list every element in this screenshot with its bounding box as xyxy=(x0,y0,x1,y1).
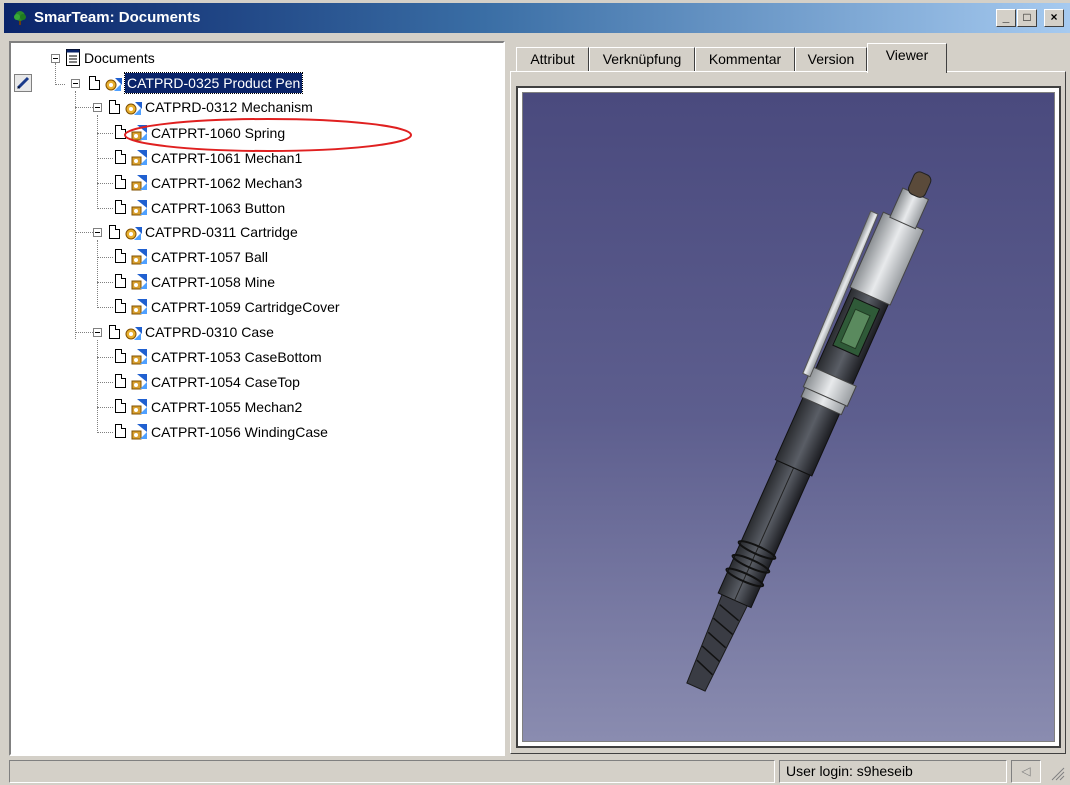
tree-item-mechanism[interactable]: CATPRD-0312 Mechanism xyxy=(145,97,313,117)
pen-3d-model xyxy=(686,171,932,692)
document-icon xyxy=(109,325,120,339)
part-icon xyxy=(131,274,147,290)
tree-item-button[interactable]: CATPRT-1063 Button xyxy=(151,198,285,218)
tree-item-mechan2[interactable]: CATPRT-1055 Mechan2 xyxy=(151,397,302,417)
tree-item-cartridge[interactable]: CATPRD-0311 Cartridge xyxy=(145,222,298,242)
document-tree[interactable]: Documents CATPRD-0325 Product Pen CATPRD… xyxy=(9,41,505,756)
part-icon xyxy=(131,399,147,415)
tree-item-ball[interactable]: CATPRT-1057 Ball xyxy=(151,247,268,267)
minimize-button[interactable]: _ xyxy=(996,9,1016,27)
tab-attribut[interactable]: Attribut xyxy=(516,47,589,71)
tree-root-label[interactable]: Documents xyxy=(84,48,155,68)
collapse-toggle-mechanism[interactable] xyxy=(93,103,102,112)
tree-item-cartridge-cover[interactable]: CATPRT-1059 CartridgeCover xyxy=(151,297,340,317)
document-icon xyxy=(115,399,126,413)
document-icon xyxy=(115,175,126,189)
document-icon xyxy=(109,225,120,239)
part-icon xyxy=(131,249,147,265)
product-assembly-icon xyxy=(125,102,142,115)
status-bar: User login: s9heseib ◁ xyxy=(0,758,1070,785)
collapse-toggle-product[interactable] xyxy=(71,79,80,88)
title-bar[interactable]: SmarTeam: Documents _ □ × xyxy=(4,3,1070,33)
document-icon xyxy=(115,249,126,263)
status-user-login: User login: s9heseib xyxy=(779,760,1007,783)
tab-version[interactable]: Version xyxy=(795,47,867,71)
restore-icon: □ xyxy=(1023,10,1031,24)
window-title: SmarTeam: Documents xyxy=(34,9,201,26)
collapse-toggle-case[interactable] xyxy=(93,328,102,337)
part-icon xyxy=(131,424,147,440)
product-assembly-icon xyxy=(125,327,142,340)
tab-verknuepfung[interactable]: Verknüpfung xyxy=(589,47,695,71)
document-icon xyxy=(115,349,126,363)
document-icon xyxy=(115,374,126,388)
document-icon xyxy=(89,76,100,90)
tree-item-mechan3[interactable]: CATPRT-1062 Mechan3 xyxy=(151,173,302,193)
document-icon xyxy=(115,274,126,288)
part-icon xyxy=(131,175,147,191)
main-window: SmarTeam: Documents _ □ × Documents CATP… xyxy=(0,0,1070,785)
document-icon xyxy=(115,424,126,438)
document-icon xyxy=(115,299,126,313)
collapse-toggle-root[interactable] xyxy=(51,54,60,63)
tab-viewer[interactable]: Viewer xyxy=(867,43,947,73)
minimize-icon: _ xyxy=(1002,10,1010,24)
resize-grip-icon[interactable] xyxy=(1050,766,1066,782)
close-icon: × xyxy=(1050,10,1058,24)
product-assembly-icon xyxy=(125,227,142,240)
tab-kommentar[interactable]: Kommentar xyxy=(695,47,795,71)
viewer-frame xyxy=(516,86,1061,748)
part-icon xyxy=(131,349,147,365)
tree-item-mine[interactable]: CATPRT-1058 Mine xyxy=(151,272,275,292)
status-panel-main xyxy=(9,760,775,783)
collapse-toggle-cartridge[interactable] xyxy=(93,228,102,237)
part-icon xyxy=(131,374,147,390)
3d-viewer[interactable] xyxy=(522,92,1055,742)
pencil-icon[interactable] xyxy=(14,74,32,92)
tree-item-case-bottom[interactable]: CATPRT-1053 CaseBottom xyxy=(151,347,322,367)
close-button[interactable]: × xyxy=(1044,9,1064,27)
product-assembly-icon xyxy=(105,78,122,91)
part-icon xyxy=(131,200,147,216)
status-grip-icon: ◁ xyxy=(1011,760,1041,783)
tree-item-product-pen[interactable]: CATPRD-0325 Product Pen xyxy=(123,72,304,94)
tree-item-case-top[interactable]: CATPRT-1054 CaseTop xyxy=(151,372,300,392)
smarteam-tree-icon xyxy=(14,11,26,25)
document-list-icon xyxy=(66,49,80,66)
document-icon xyxy=(115,200,126,214)
tree-item-case[interactable]: CATPRD-0310 Case xyxy=(145,322,274,342)
highlight-ellipse xyxy=(124,118,412,152)
tree-item-winding-case[interactable]: CATPRT-1056 WindingCase xyxy=(151,422,328,442)
document-icon xyxy=(109,100,120,114)
restore-button[interactable]: □ xyxy=(1017,9,1037,27)
part-icon xyxy=(131,299,147,315)
